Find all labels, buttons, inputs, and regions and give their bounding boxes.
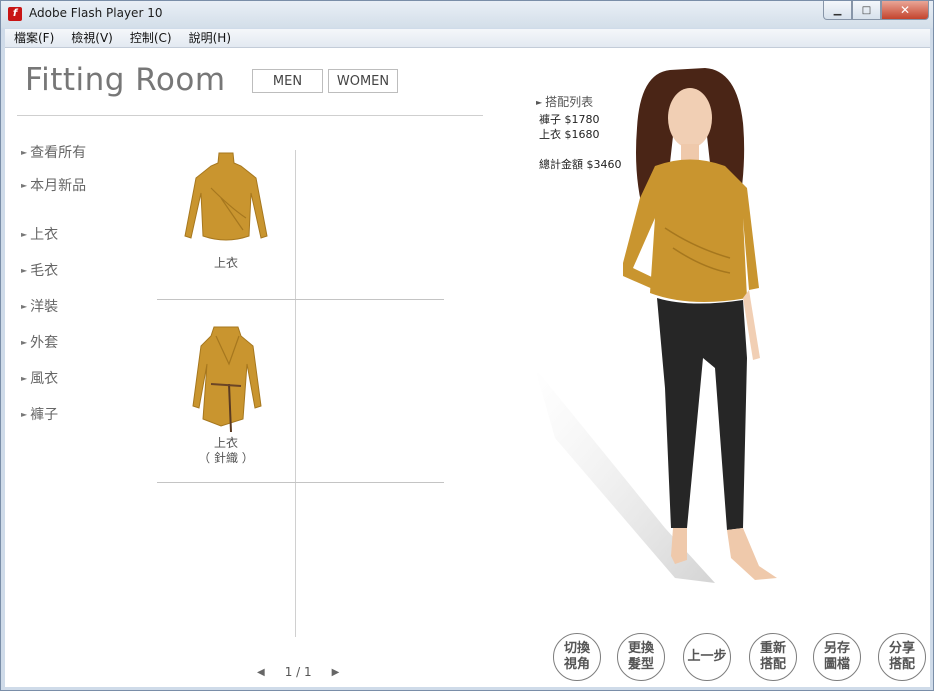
brand-title: Fitting Room: [25, 62, 226, 98]
prev-page-icon[interactable]: ◀: [257, 667, 265, 678]
flash-stage: Fitting Room MEN WOMEN ► 查看所有 ► 本月新品 ► 上衣 ►…: [5, 48, 930, 687]
category-tops[interactable]: ► 上衣: [21, 224, 58, 244]
next-page-icon[interactable]: ▶: [332, 667, 340, 678]
knit-wrap-top-image: [192, 326, 262, 433]
category-jackets[interactable]: ► 外套: [21, 332, 58, 352]
product-label: 上衣 （ 針織 ）: [198, 436, 254, 465]
flash-icon: f: [8, 7, 22, 21]
category-sweaters[interactable]: ► 毛衣: [21, 260, 58, 280]
pagination: ◀ 1 / 1 ▶: [257, 665, 339, 679]
turtleneck-top-image: [184, 152, 268, 241]
grid-divider-horizontal: [157, 482, 444, 483]
menu-bar: 檔案(F) 檢視(V) 控制(C) 說明(H): [5, 29, 930, 48]
page-indicator: 1 / 1: [284, 665, 312, 679]
menu-control[interactable]: 控制(C): [121, 29, 180, 47]
menu-help[interactable]: 說明(H): [180, 29, 239, 47]
arrow-icon: ►: [21, 338, 28, 347]
product-item[interactable]: 上衣 （ 針織 ）: [157, 324, 295, 466]
product-label: 上衣: [213, 256, 238, 270]
category-dresses[interactable]: ► 洋裝: [21, 296, 58, 316]
grid-divider-horizontal: [157, 299, 444, 300]
window-title: Adobe Flash Player 10: [29, 6, 163, 20]
category-pants[interactable]: ► 褲子: [21, 404, 58, 424]
maximize-button[interactable]: □: [852, 1, 881, 20]
women-button[interactable]: WOMEN: [328, 69, 398, 93]
category-new-arrivals[interactable]: ► 本月新品: [21, 175, 86, 195]
reset-outfit-button[interactable]: 重新 搭配: [749, 633, 797, 681]
share-outfit-button[interactable]: 分享 搭配: [878, 633, 926, 681]
undo-button[interactable]: 上一步: [683, 633, 731, 681]
arrow-icon: ►: [21, 410, 28, 419]
men-button[interactable]: MEN: [252, 69, 323, 93]
category-view-all[interactable]: ► 查看所有: [21, 142, 86, 162]
title-bar: f Adobe Flash Player 10 ▁ □ ✕: [1, 1, 933, 28]
arrow-icon: ►: [21, 230, 28, 239]
category-coats[interactable]: ► 風衣: [21, 368, 58, 388]
header-divider: [17, 115, 483, 116]
grid-divider-vertical: [295, 150, 296, 637]
menu-file[interactable]: 檔案(F): [5, 29, 62, 47]
arrow-icon: ►: [21, 266, 28, 275]
arrow-icon: ►: [21, 302, 28, 311]
minimize-button[interactable]: ▁: [823, 1, 852, 20]
arrow-icon: ►: [21, 148, 28, 157]
product-item[interactable]: 上衣: [157, 148, 295, 271]
save-image-button[interactable]: 另存 圖檔: [813, 633, 861, 681]
model-figure: [535, 68, 777, 583]
change-hairstyle-button[interactable]: 更換 髮型: [617, 633, 665, 681]
switch-view-button[interactable]: 切換 視角: [553, 633, 601, 681]
arrow-icon: ►: [21, 181, 28, 190]
close-button[interactable]: ✕: [881, 1, 929, 20]
app-window: f Adobe Flash Player 10 ▁ □ ✕ 檔案(F) 檢視(V…: [0, 0, 934, 691]
menu-view[interactable]: 檢視(V): [62, 29, 121, 47]
arrow-icon: ►: [21, 374, 28, 383]
